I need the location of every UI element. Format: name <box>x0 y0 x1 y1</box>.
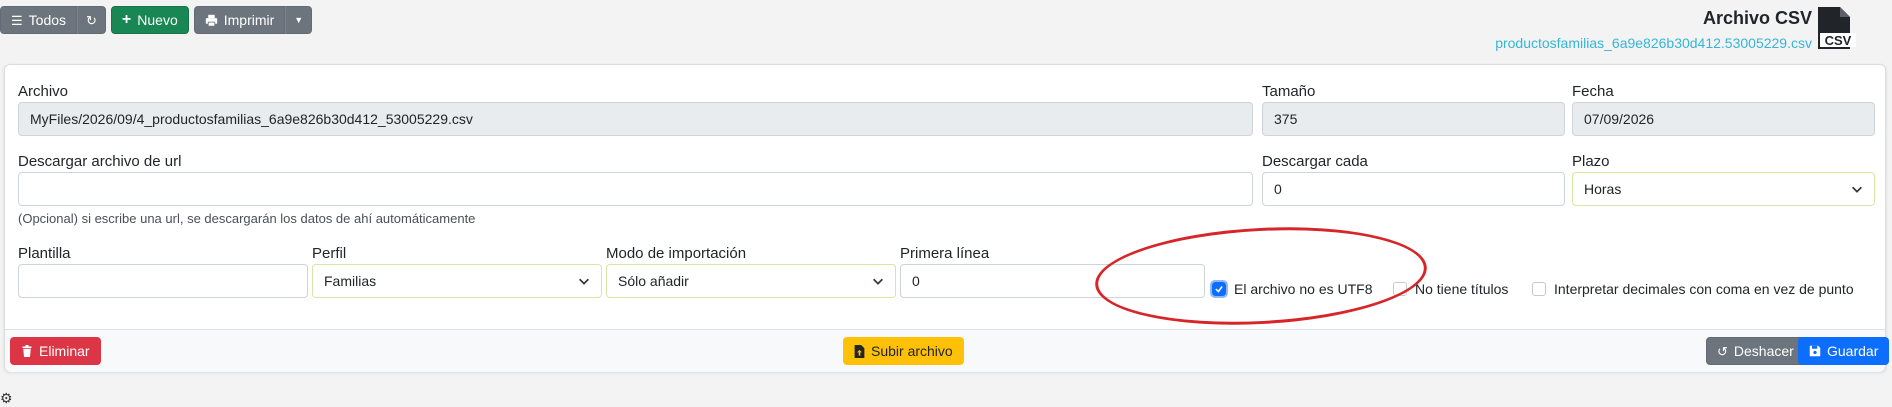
top-toolbar: ☰ Todos ↻ + Nuevo Imprimir ▼ <box>0 6 313 34</box>
plantilla-input[interactable] <box>18 264 308 298</box>
page-title: Archivo CSV <box>1702 8 1812 28</box>
tamano-label: Tamaño <box>1262 83 1316 100</box>
csv-file-icon: CSV <box>1818 7 1856 49</box>
chevron-down-icon <box>1852 186 1862 193</box>
plantilla-label: Plantilla <box>18 245 71 262</box>
todos-label: Todos <box>28 12 67 28</box>
csv-form-card: Archivo MyFiles/2026/09/4_productosfamil… <box>4 64 1890 372</box>
imprimir-label: Imprimir <box>223 12 275 28</box>
fecha-label: Fecha <box>1572 83 1614 100</box>
file-name-link[interactable]: productosfamilias_6a9e826b30d412.5300522… <box>1495 35 1812 51</box>
deshacer-label: Deshacer <box>1733 343 1794 359</box>
archivo-label: Archivo <box>18 83 69 100</box>
refresh-button[interactable]: ↻ <box>77 6 106 34</box>
csv-icon-text: CSV <box>1825 33 1852 48</box>
archivo-field: MyFiles/2026/09/4_productosfamilias_6a9e… <box>18 102 1253 136</box>
gear-icon: ⚙ <box>0 390 13 406</box>
nuevo-button[interactable]: + Nuevo <box>110 6 189 34</box>
file-upload-icon <box>854 344 865 358</box>
no-titulos-label[interactable]: No tiene títulos <box>1415 281 1508 297</box>
modo-value: Sólo añadir <box>618 273 689 289</box>
undo-icon: ↺ <box>1717 343 1728 359</box>
url-help-text: (Opcional) si escribe una url, se descar… <box>18 211 476 226</box>
url-input[interactable] <box>18 172 1253 206</box>
eliminar-button[interactable]: Eliminar <box>10 337 101 365</box>
nuevo-label: Nuevo <box>137 12 178 28</box>
perfil-select[interactable]: Familias <box>312 264 602 298</box>
page-header: Archivo CSV productosfamilias_6a9e826b30… <box>1495 8 1812 51</box>
perfil-value: Familias <box>324 273 377 289</box>
guardar-button[interactable]: Guardar <box>1798 337 1890 365</box>
deshacer-button[interactable]: ↺ Deshacer <box>1706 337 1805 365</box>
chevron-down-icon <box>579 278 589 285</box>
decimales-coma-checkbox-group: Interpretar decimales con coma en vez de… <box>1532 281 1854 297</box>
todos-button-group: ☰ Todos ↻ <box>0 6 106 34</box>
plazo-value: Horas <box>1584 181 1622 197</box>
perfil-label: Perfil <box>312 245 347 262</box>
decimales-coma-checkbox[interactable] <box>1532 282 1546 296</box>
todos-button[interactable]: ☰ Todos <box>0 6 78 34</box>
eliminar-label: Eliminar <box>39 343 90 359</box>
plus-icon: + <box>121 11 132 28</box>
trash-icon <box>22 345 32 357</box>
refresh-icon: ↻ <box>86 12 97 28</box>
modo-label: Modo de importación <box>606 245 747 262</box>
imprimir-dropdown-toggle[interactable]: ▼ <box>285 6 313 34</box>
plazo-select[interactable]: Horas <box>1572 172 1875 206</box>
tamano-field: 375 <box>1262 102 1565 136</box>
url-label: Descargar archivo de url <box>18 153 182 170</box>
save-icon <box>1809 345 1821 357</box>
descargar-cada-label: Descargar cada <box>1262 153 1368 170</box>
printer-icon <box>205 14 217 27</box>
chevron-down-icon <box>873 278 883 285</box>
subir-archivo-button[interactable]: Subir archivo <box>843 337 964 365</box>
caret-down-icon: ▼ <box>294 14 304 25</box>
fecha-field: 07/09/2026 <box>1572 102 1875 136</box>
decimales-coma-label[interactable]: Interpretar decimales con coma en vez de… <box>1554 281 1854 297</box>
imprimir-button[interactable]: Imprimir <box>193 6 286 34</box>
guardar-label: Guardar <box>1827 343 1879 359</box>
list-icon: ☰ <box>11 12 23 28</box>
descargar-cada-input[interactable]: 0 <box>1262 172 1565 206</box>
modo-select[interactable]: Sólo añadir <box>606 264 896 298</box>
plazo-label: Plazo <box>1572 153 1610 170</box>
imprimir-button-group: Imprimir ▼ <box>193 6 313 34</box>
card-footer: Eliminar Subir archivo ↺ Deshacer Guarda… <box>5 329 1890 372</box>
subir-archivo-label: Subir archivo <box>871 343 953 359</box>
primera-linea-label: Primera línea <box>900 245 990 262</box>
